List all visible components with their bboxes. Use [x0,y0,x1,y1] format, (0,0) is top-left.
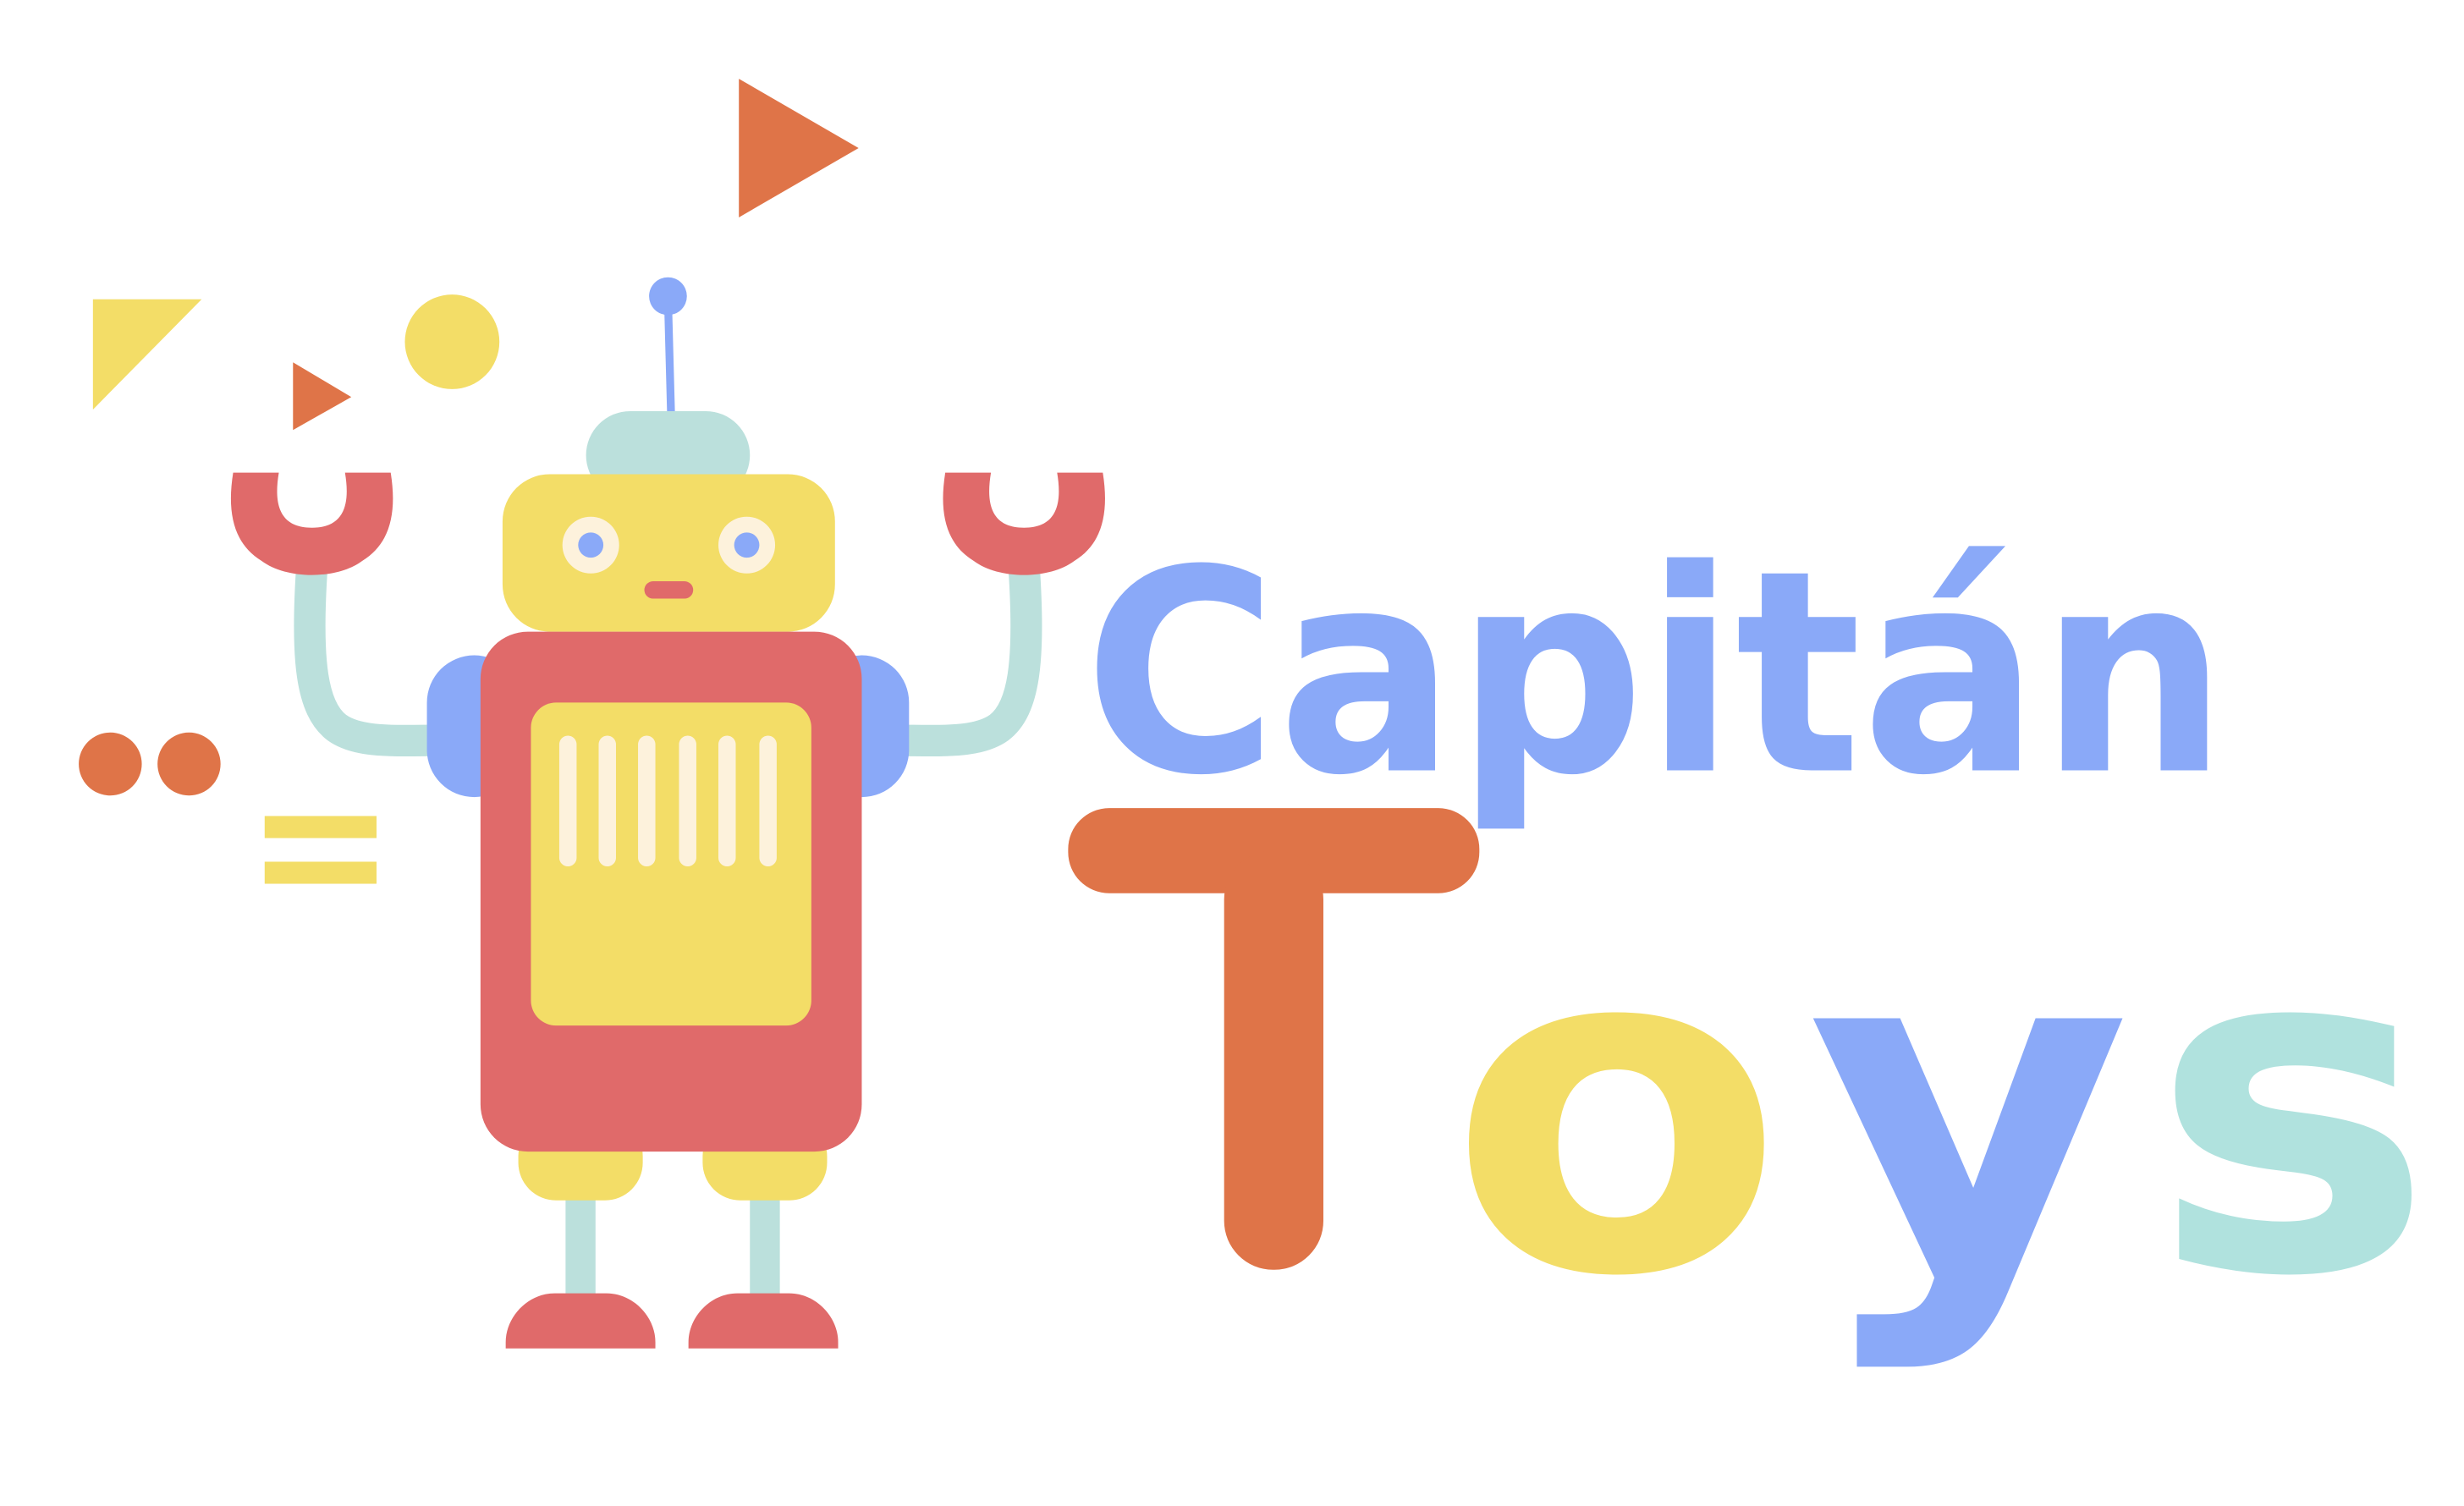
yellow-circle-icon [404,294,500,389]
brand-letter-s: s [2151,845,2434,1377]
right-magnet-hand-icon [943,472,1105,575]
left-pupil [578,532,604,558]
yellow-bar-icon [264,861,377,884]
capitan-toys-logo: Capitán T o y s [79,79,2434,1377]
left-arm [294,551,460,757]
yellow-triangle-icon [92,299,202,410]
right-arm [877,551,1042,757]
wordmark: Capitán T o y s [1068,510,2434,1377]
yellow-bar-icon [264,816,377,838]
antenna-icon [663,299,675,418]
right-foot-icon [688,1293,839,1349]
left-magnet-hand-icon [230,472,393,575]
antenna-ball [649,277,687,316]
small-orange-triangle-icon [293,362,352,431]
orange-dot-icon [79,732,142,796]
brand-letter-o: o [1448,845,1785,1377]
brand-word-capitan: Capitán [1084,510,2228,837]
brand-letter-t-label: T [1268,1247,1279,1265]
brand-letter-t: T [1068,808,1480,1270]
brand-letter-y: y [1807,845,2132,1377]
right-pupil [734,532,760,558]
logo-canvas: Capitán T o y s [0,0,2464,1506]
orange-dot-icon [157,732,221,796]
robot-mouth [644,581,694,599]
left-foot-icon [505,1293,656,1349]
robot-head [502,474,835,632]
robot-icon [230,277,1105,1349]
orange-triangle-icon [739,79,859,217]
